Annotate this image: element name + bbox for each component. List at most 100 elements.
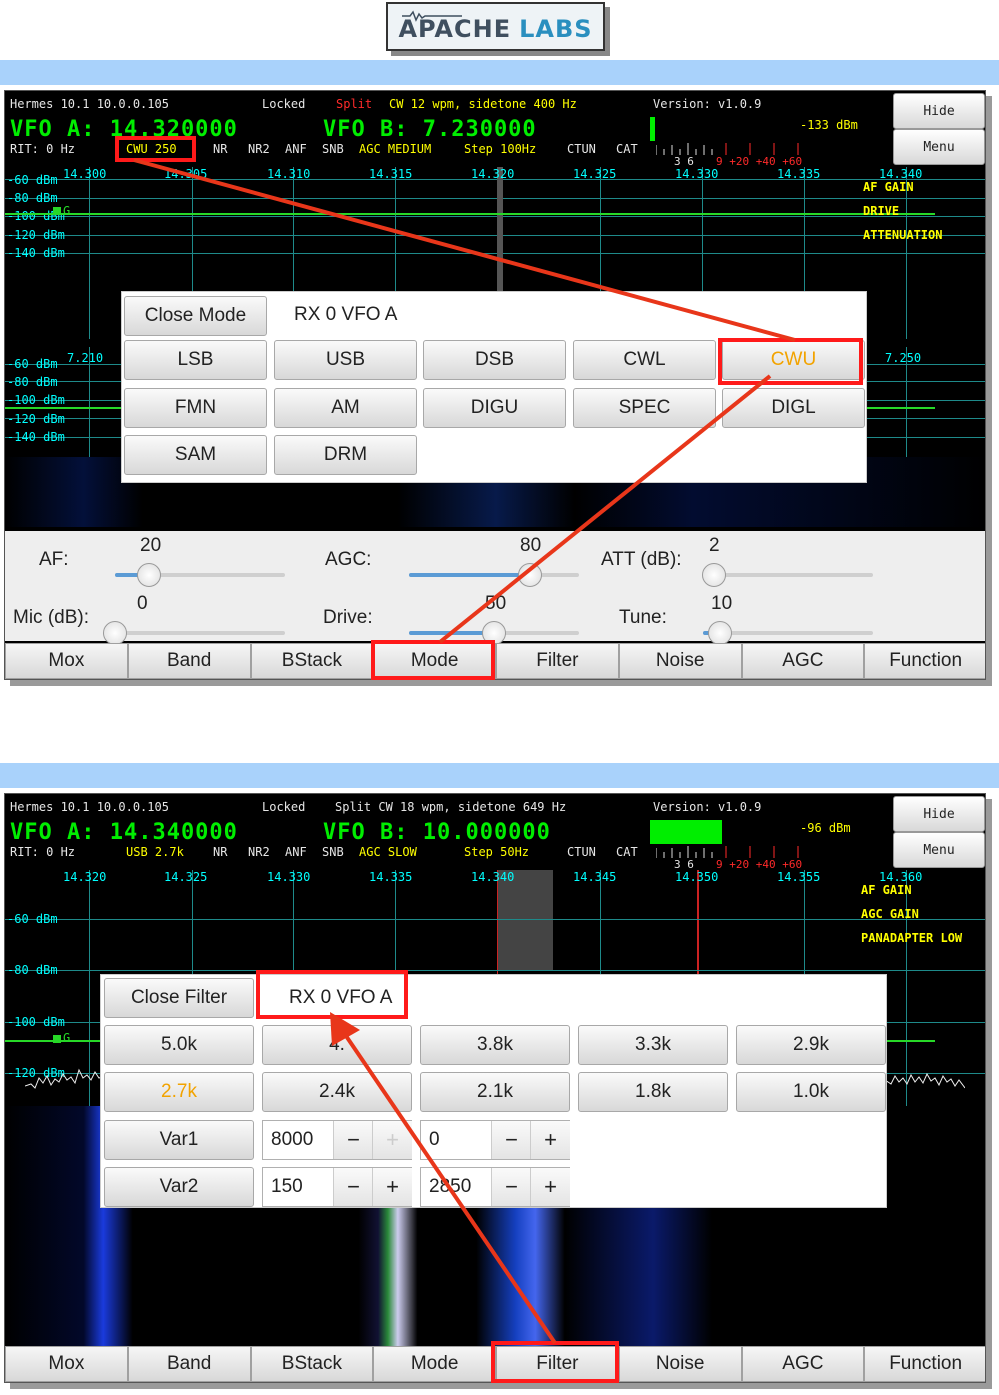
mode-button[interactable]: Mode (373, 1346, 496, 1382)
anf-status[interactable]: ANF (285, 845, 307, 859)
var2-button[interactable]: Var2 (104, 1167, 254, 1207)
filter-button[interactable]: Filter (496, 1346, 619, 1382)
nr-status[interactable]: NR (213, 845, 227, 859)
var2-high-minus[interactable]: − (491, 1168, 531, 1206)
vfo-a[interactable]: VFO A: 14.320000 (10, 117, 238, 142)
var1-low-minus[interactable]: − (333, 1121, 373, 1159)
bstack-button[interactable]: BStack (250, 643, 374, 679)
signal-trace (5, 213, 935, 215)
mode-fmn-button[interactable]: FMN (124, 388, 267, 428)
agc-marker[interactable] (53, 207, 61, 215)
hide-button[interactable]: Hide (893, 93, 985, 129)
bottom-toolbar: Mox Band BStack Mode Filter Noise AGC Function (5, 1346, 985, 1382)
agc-button[interactable]: AGC (741, 643, 865, 679)
var2-high-field[interactable]: 2850 − + (420, 1167, 570, 1207)
mode-sam-button[interactable]: SAM (124, 435, 267, 475)
vfo-b[interactable]: VFO B: 7.230000 (323, 117, 537, 142)
freq-label: 14.325 (164, 870, 208, 884)
var1-high-field[interactable]: 0 − + (420, 1120, 570, 1160)
cat-status[interactable]: CAT (616, 142, 638, 156)
mode-dsb-button[interactable]: DSB (423, 340, 566, 380)
filter-2-4k-button[interactable]: 2.4k (262, 1072, 412, 1112)
close-mode-button[interactable]: Close Mode (124, 296, 267, 336)
drive-slider[interactable] (409, 621, 579, 645)
filter-3-3k-button[interactable]: 3.3k (578, 1025, 728, 1065)
mode-status[interactable]: USB 2.7k (126, 845, 184, 859)
filter-2-9k-button[interactable]: 2.9k (736, 1025, 886, 1065)
nr2-status[interactable]: NR2 (248, 142, 270, 156)
agc-slider[interactable] (409, 563, 579, 587)
vfo-a[interactable]: VFO A: 14.340000 (10, 820, 238, 845)
agc-marker[interactable] (53, 1035, 61, 1043)
noise-button[interactable]: Noise (618, 643, 742, 679)
function-button[interactable]: Function (864, 643, 985, 679)
mode-usb-button[interactable]: USB (274, 340, 417, 380)
step-status[interactable]: Step 100Hz (464, 142, 536, 156)
rit-status[interactable]: RIT: 0 Hz (10, 845, 75, 859)
band-button[interactable]: Band (127, 1346, 251, 1382)
filter-4--button[interactable]: 4. (262, 1025, 412, 1065)
mic-slider[interactable] (103, 621, 285, 645)
mox-button[interactable]: Mox (5, 643, 128, 679)
nr-status[interactable]: NR (213, 142, 227, 156)
agc-status[interactable]: AGC MEDIUM (359, 142, 431, 156)
att-label: ATT (dB): (601, 549, 682, 570)
freq-label: 14.300 (63, 167, 107, 181)
function-button[interactable]: Function (864, 1346, 985, 1382)
step-status[interactable]: Step 50Hz (464, 845, 529, 859)
var1-high-plus[interactable]: + (530, 1121, 570, 1159)
mode-button[interactable]: Mode (373, 643, 496, 679)
mode-lsb-button[interactable]: LSB (124, 340, 267, 380)
filter-2-7k-button[interactable]: 2.7k (104, 1072, 254, 1112)
ctun-status[interactable]: CTUN (567, 142, 596, 156)
anf-status[interactable]: ANF (285, 142, 307, 156)
var2-low-plus[interactable]: + (372, 1168, 412, 1206)
menu-button[interactable]: Menu (893, 832, 985, 868)
mode-digu-button[interactable]: DIGU (423, 388, 566, 428)
attenuation-label: ATTENUATION (863, 228, 943, 242)
att-slider[interactable] (701, 563, 873, 587)
filter-1-0k-button[interactable]: 1.0k (736, 1072, 886, 1112)
var2-low-field[interactable]: 150 − + (262, 1167, 412, 1207)
filter-5-0k-button[interactable]: 5.0k (104, 1025, 254, 1065)
filter-2-1k-button[interactable]: 2.1k (420, 1072, 570, 1112)
mode-spec-button[interactable]: SPEC (573, 388, 716, 428)
var2-low-minus[interactable]: − (333, 1168, 373, 1206)
filter-button[interactable]: Filter (496, 643, 619, 679)
mox-button[interactable]: Mox (5, 1346, 128, 1382)
var1-low-plus[interactable]: + (372, 1121, 412, 1159)
cat-status[interactable]: CAT (616, 845, 638, 859)
mic-value: 0 (137, 593, 148, 614)
filter-3-8k-button[interactable]: 3.8k (420, 1025, 570, 1065)
hide-button[interactable]: Hide (893, 796, 985, 832)
var1-low-field[interactable]: 8000 − + (262, 1120, 412, 1160)
bstack-button[interactable]: BStack (250, 1346, 374, 1382)
mode-drm-button[interactable]: DRM (274, 435, 417, 475)
filter-1-8k-button[interactable]: 1.8k (578, 1072, 728, 1112)
mode-cwl-button[interactable]: CWL (573, 340, 716, 380)
agc-button[interactable]: AGC (741, 1346, 865, 1382)
band-button[interactable]: Band (127, 643, 251, 679)
menu-button[interactable]: Menu (893, 129, 985, 165)
mode-am-button[interactable]: AM (274, 388, 417, 428)
agc-value: 80 (520, 535, 542, 556)
close-filter-button[interactable]: Close Filter (104, 978, 254, 1018)
mode-cwu-button[interactable]: CWU (722, 340, 865, 380)
var1-high-minus[interactable]: − (491, 1121, 531, 1159)
noise-button[interactable]: Noise (618, 1346, 742, 1382)
nr2-status[interactable]: NR2 (248, 845, 270, 859)
tune-slider[interactable] (703, 621, 873, 645)
snb-status[interactable]: SNB (322, 142, 344, 156)
vfo-b[interactable]: VFO B: 10.000000 (323, 820, 551, 845)
agc-status[interactable]: AGC SLOW (359, 845, 417, 859)
af-slider[interactable] (115, 563, 285, 587)
ctun-status[interactable]: CTUN (567, 845, 596, 859)
var1-button[interactable]: Var1 (104, 1120, 254, 1160)
rit-status[interactable]: RIT: 0 Hz (10, 142, 75, 156)
mode-status[interactable]: CWU 250 (126, 142, 177, 156)
var2-high-plus[interactable]: + (530, 1168, 570, 1206)
freq-label: 7.210 (67, 351, 104, 365)
mode-digl-button[interactable]: DIGL (722, 388, 865, 428)
snb-status[interactable]: SNB (322, 845, 344, 859)
var1-high-value: 0 (429, 1129, 440, 1150)
